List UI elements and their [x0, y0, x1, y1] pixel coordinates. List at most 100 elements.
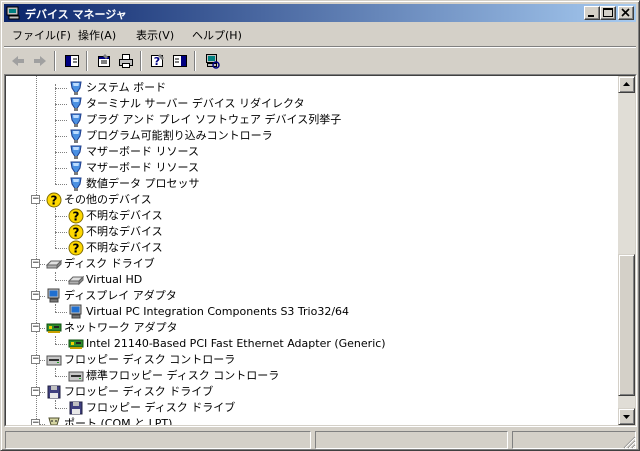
resize-grip-icon[interactable] — [622, 435, 636, 449]
view-toggle-button[interactable] — [169, 51, 191, 71]
tree-device[interactable]: Virtual PC Integration Components S3 Tri… — [6, 304, 618, 320]
collapse-toggle[interactable]: − — [31, 259, 40, 268]
scroll-down-button[interactable] — [618, 408, 635, 425]
tree-device[interactable]: マザーボード リソース — [6, 160, 618, 176]
tree-category[interactable]: − フロッピー ディスク ドライブ — [6, 384, 618, 400]
tree-device[interactable]: Virtual HD — [6, 272, 618, 288]
tree-device[interactable]: ? 不明なデバイス — [6, 224, 618, 240]
back-button[interactable] — [7, 51, 29, 71]
arrow-down-icon — [623, 415, 630, 419]
scroll-up-button[interactable] — [618, 76, 635, 93]
menu-view[interactable]: 表示(V) — [130, 27, 180, 43]
collapse-toggle[interactable]: − — [31, 355, 40, 364]
menu-file[interactable]: ファイル(F) — [6, 27, 77, 43]
tree-branch-line — [55, 312, 67, 313]
tree-category[interactable]: − フロッピー ディスク コントローラ — [6, 352, 618, 368]
tree-device[interactable]: プラグ アンド プレイ ソフトウェア デバイス列挙子 — [6, 112, 618, 128]
computer-icon — [6, 6, 20, 20]
tree-device[interactable]: 数値データ プロセッサ — [6, 176, 618, 192]
tree-category[interactable]: −? その他のデバイス — [6, 192, 618, 208]
tree-item-label: Virtual PC Integration Components S3 Tri… — [86, 305, 350, 318]
tree-device[interactable]: ? 不明なデバイス — [6, 208, 618, 224]
status-pane-main — [5, 431, 311, 449]
tree-device[interactable]: プログラム可能割り込みコントローラ — [6, 128, 618, 144]
tree-item-label: ポート (COM と LPT) — [64, 417, 173, 425]
show-hide-tree-button[interactable] — [61, 51, 83, 71]
tree-item-label: 不明なデバイス — [86, 225, 163, 238]
tree-item-label: Virtual HD — [86, 273, 143, 286]
minimize-button[interactable] — [584, 6, 600, 20]
network-adapter-icon — [46, 320, 62, 336]
tree-item-label: フロッピー ディスク ドライブ — [64, 385, 214, 398]
collapse-toggle[interactable]: − — [31, 323, 40, 332]
scan-hardware-button[interactable] — [201, 51, 223, 71]
status-pane-tertiary — [512, 431, 636, 449]
toolbar: ? — [4, 48, 636, 74]
forward-button[interactable] — [29, 51, 51, 71]
collapse-toggle[interactable]: − — [31, 387, 40, 396]
disk-drive-icon — [45, 256, 63, 272]
display-adapter-icon — [68, 304, 84, 320]
close-button[interactable] — [618, 6, 634, 20]
tree-category[interactable]: − ネットワーク アダプタ — [6, 320, 618, 336]
arrow-up-icon — [623, 82, 630, 86]
console-tree-icon — [65, 55, 79, 67]
tree-item-label: マザーボード リソース — [86, 145, 199, 158]
tree-branch-line — [55, 232, 67, 233]
scroll-thumb[interactable] — [618, 254, 635, 396]
tree-category[interactable]: − ディスプレイ アダプタ — [6, 288, 618, 304]
display-adapter-icon — [46, 288, 62, 304]
tree-branch-line — [55, 152, 67, 153]
menu-action[interactable]: 操作(A) — [72, 27, 122, 43]
tree-branch-line — [55, 184, 67, 185]
port-icon — [46, 416, 62, 425]
device-icon — [68, 144, 84, 160]
tree-item-label: プラグ アンド プレイ ソフトウェア デバイス列挙子 — [86, 113, 342, 126]
scan-hardware-icon — [206, 54, 220, 69]
tree-category[interactable]: − ポート (COM と LPT) — [6, 416, 618, 425]
tree-item-label: Intel 21140-Based PCI Fast Ethernet Adap… — [86, 337, 386, 350]
floppy-drive-icon — [46, 384, 62, 400]
tree-device[interactable]: ターミナル サーバー デバイス リダイレクタ — [6, 96, 618, 112]
help-icon: ? — [151, 54, 164, 68]
toolbar-divider — [54, 51, 56, 71]
floppy-controller-icon — [46, 352, 62, 368]
device-tree[interactable]: システム ボードターミナル サーバー デバイス リダイレクタプラグ アンド プレ… — [6, 76, 618, 425]
tree-branch-line — [55, 168, 67, 169]
tree-category[interactable]: − ディスク ドライブ — [6, 256, 618, 272]
collapse-toggle[interactable]: − — [31, 195, 40, 204]
properties-button[interactable] — [93, 51, 115, 71]
title-bar[interactable]: デバイス マネージャ — [4, 4, 636, 22]
device-icon — [68, 176, 84, 192]
unknown-device-icon: ? — [46, 192, 62, 208]
unknown-device-icon: ? — [68, 224, 84, 240]
tree-branch-line — [55, 88, 67, 89]
tree-device[interactable]: ? 不明なデバイス — [6, 240, 618, 256]
tree-item-label: ターミナル サーバー デバイス リダイレクタ — [86, 97, 305, 110]
maximize-button[interactable] — [600, 6, 616, 20]
tree-item-label: ディスプレイ アダプタ — [64, 289, 177, 302]
vertical-scrollbar[interactable] — [618, 76, 635, 425]
tree-item-label: フロッピー ディスク コントローラ — [64, 353, 236, 366]
properties-icon — [98, 54, 110, 67]
tree-device[interactable]: マザーボード リソース — [6, 144, 618, 160]
help-button[interactable]: ? — [147, 51, 169, 71]
tree-device[interactable]: システム ボード — [6, 80, 618, 96]
svg-text:?: ? — [51, 194, 58, 208]
tree-device[interactable]: Intel 21140-Based PCI Fast Ethernet Adap… — [6, 336, 618, 352]
floppy-drive-icon — [68, 400, 84, 416]
tree-device[interactable]: フロッピー ディスク ドライブ — [6, 400, 618, 416]
network-adapter-icon — [68, 336, 84, 352]
tree-branch-line — [55, 136, 67, 137]
print-button[interactable] — [115, 51, 137, 71]
menu-bar: ファイル(F) 操作(A) 表示(V) ヘルプ(H) — [4, 24, 636, 44]
collapse-toggle[interactable]: − — [31, 291, 40, 300]
tree-item-label: システム ボード — [86, 81, 167, 94]
status-bar — [4, 429, 636, 449]
device-icon — [68, 128, 84, 144]
tree-device[interactable]: 標準フロッピー ディスク コントローラ — [6, 368, 618, 384]
menu-help[interactable]: ヘルプ(H) — [186, 27, 248, 43]
window-title: デバイス マネージャ — [25, 8, 127, 21]
collapse-toggle[interactable]: − — [31, 419, 40, 425]
toolbar-divider — [86, 51, 88, 71]
